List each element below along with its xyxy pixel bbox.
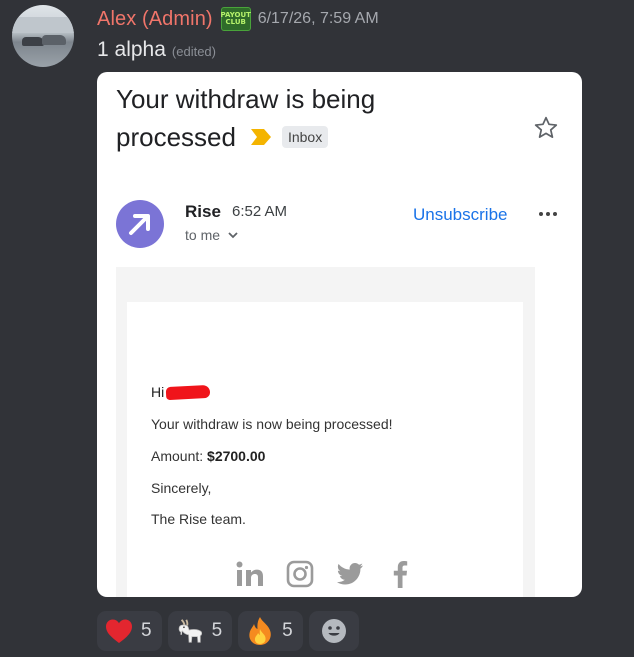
message-text: 1 alpha: [97, 38, 166, 61]
reaction-heart[interactable]: 5: [97, 611, 162, 651]
important-marker-icon: [250, 129, 271, 145]
instagram-icon: [285, 559, 315, 589]
more-options-icon: [539, 212, 557, 216]
email-body-line: Your withdraw is now being processed!: [151, 416, 393, 432]
heart-icon: [105, 617, 133, 645]
goat-icon: [176, 617, 204, 645]
email-signature: The Rise team.: [151, 511, 246, 527]
unsubscribe-link: Unsubscribe: [413, 205, 508, 224]
linkedin-icon: [235, 559, 265, 589]
reaction-fire[interactable]: 5: [238, 611, 303, 651]
sender-time: 6:52 AM: [232, 203, 288, 220]
email-subject: Your withdraw is being processed Inbox: [116, 84, 376, 152]
author-avatar[interactable]: [12, 5, 74, 67]
author-name[interactable]: Alex (Admin): [97, 8, 213, 31]
edited-label: (edited): [171, 44, 216, 59]
email-greeting: Hi: [151, 384, 211, 400]
add-reaction-button[interactable]: [308, 611, 359, 651]
sender-avatar: [116, 200, 164, 248]
message-header: Alex (Admin) PAYOUT CLUB 6/17/26, 7:59 A…: [97, 6, 379, 32]
facebook-icon: [385, 559, 415, 589]
email-signoff: Sincerely,: [151, 480, 212, 496]
star-icon: [534, 116, 558, 138]
role-badge-icon[interactable]: PAYOUT CLUB: [220, 7, 251, 31]
chevron-down-icon: [228, 231, 238, 238]
rise-logo-icon: [129, 214, 150, 235]
inbox-label-chip: Inbox: [281, 126, 329, 148]
twitter-icon: [335, 559, 365, 589]
message-content: 1 alpha (edited): [97, 38, 216, 62]
reactions-bar: 5 5 5: [97, 611, 359, 651]
fire-icon: [246, 617, 274, 645]
sender-name: Rise: [185, 202, 221, 221]
social-links: [235, 559, 415, 589]
reaction-goat[interactable]: 5: [167, 611, 233, 651]
message-timestamp: 6/17/26, 7:59 AM: [257, 10, 379, 27]
redaction-mark: [165, 384, 211, 400]
reaction-count: 5: [211, 620, 223, 641]
email-amount: Amount: $2700.00: [151, 448, 266, 464]
recipient-label: to me: [185, 227, 238, 243]
reaction-count: 5: [282, 620, 293, 641]
smiley-icon: [320, 617, 348, 645]
email-screenshot-attachment[interactable]: Your withdraw is being processed Inbox R…: [97, 72, 582, 597]
reaction-count: 5: [141, 620, 152, 641]
